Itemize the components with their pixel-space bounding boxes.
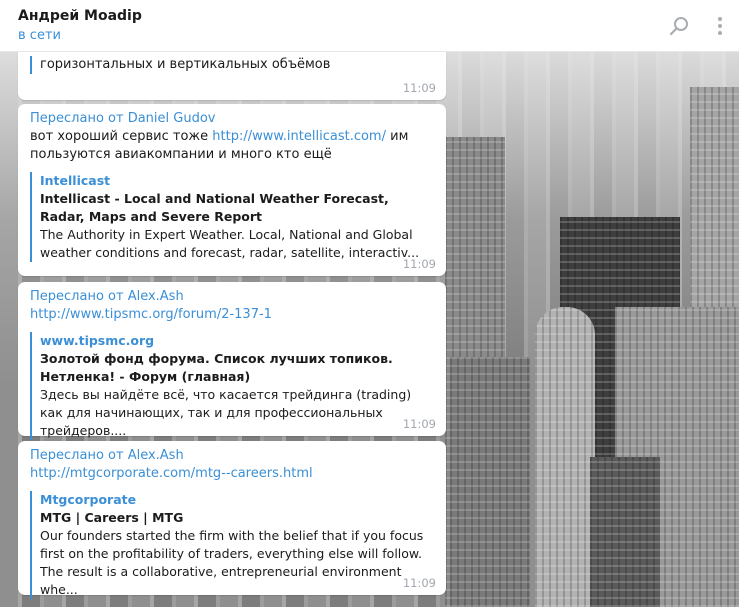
preview-title: Intellicast - Local and National Weather… xyxy=(40,191,389,224)
preview-title: MTG | Careers | MTG xyxy=(40,510,184,525)
preview-site-name: Intellicast xyxy=(40,173,111,188)
preview-description: The Authority in Expert Weather. Local, … xyxy=(40,227,420,260)
preview-title: Золотой фонд форума. Список лучших топик… xyxy=(40,351,393,384)
forwarded-from[interactable]: Переслано от Daniel Gudov xyxy=(30,110,434,128)
background-building xyxy=(535,307,595,607)
message-time: 11:09 xyxy=(402,81,436,95)
link-preview: горизонтальных и вертикальных объёмов xyxy=(30,56,434,74)
preview-site-name: Mtgcorporate xyxy=(40,492,137,507)
message-link[interactable]: http://mtgcorporate.com/mtg--careers.htm… xyxy=(30,466,313,481)
vertical-dots-icon[interactable] xyxy=(710,14,730,38)
background-building xyxy=(590,457,660,607)
message-time: 11:09 xyxy=(402,576,436,590)
forwarded-from[interactable]: Переслано от Alex.Ash xyxy=(30,288,434,306)
message-text: горизонтальных и вертикальных объёмов xyxy=(40,57,331,72)
message-text: http://mtgcorporate.com/mtg--careers.htm… xyxy=(30,465,434,483)
link-preview[interactable]: Mtgcorporate MTG | Careers | MTG Our fou… xyxy=(30,491,434,599)
message-link[interactable]: http://www.tipsmc.org/forum/2-137-1 xyxy=(30,307,272,322)
link-preview[interactable]: www.tipsmc.org Золотой фонд форума. Спис… xyxy=(30,332,434,440)
background-building xyxy=(450,357,530,607)
message-text: http://www.tipsmc.org/forum/2-137-1 xyxy=(30,306,434,324)
message-text: вот хороший сервис тоже http://www.intel… xyxy=(30,128,434,164)
chat-header: Андрей Moadip в сети xyxy=(0,0,739,52)
message-bubble[interactable]: Переслано от Daniel Gudov вот хороший се… xyxy=(18,104,446,276)
message-text-part: вот хороший сервис тоже xyxy=(30,129,213,144)
message-link[interactable]: http://www.intellicast.com/ xyxy=(212,129,386,144)
online-status: в сети xyxy=(18,28,61,43)
preview-description: Our founders started the firm with the b… xyxy=(40,528,424,597)
chat-title[interactable]: Андрей Moadip xyxy=(18,8,142,24)
forwarded-from[interactable]: Переслано от Alex.Ash xyxy=(30,447,434,465)
message-time: 11:09 xyxy=(402,257,436,271)
preview-description: Здесь вы найдёте всё, что касается трейд… xyxy=(40,387,412,438)
message-bubble[interactable]: Переслано от Alex.Ash http://mtgcorporat… xyxy=(18,441,446,599)
message-time: 11:09 xyxy=(402,417,436,431)
search-icon[interactable] xyxy=(668,14,692,38)
message-bubble[interactable]: Переслано от Alex.Ash http://www.tipsmc.… xyxy=(18,282,446,440)
link-preview[interactable]: Intellicast Intellicast - Local and Nati… xyxy=(30,172,434,262)
preview-site-name: www.tipsmc.org xyxy=(40,333,155,348)
